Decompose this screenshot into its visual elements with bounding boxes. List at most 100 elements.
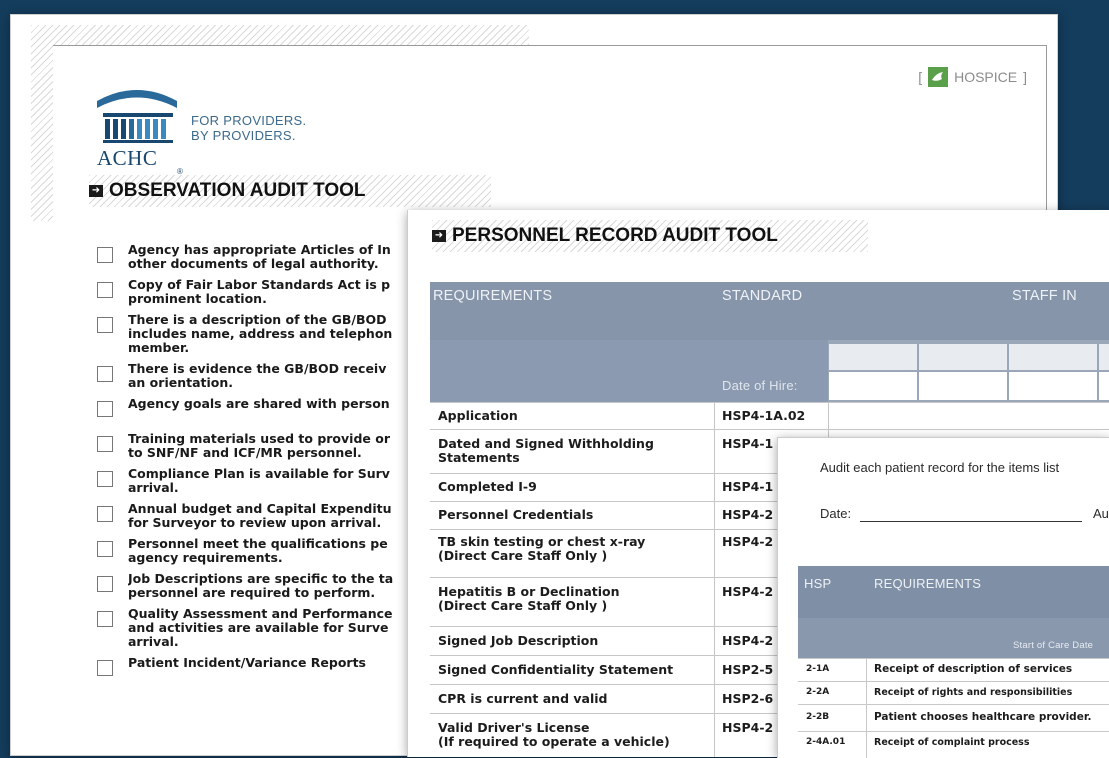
hsp-code-cell: 2-4A.01 xyxy=(806,737,846,747)
standard-cell: HSP4-2 xyxy=(722,720,774,735)
audit-instructions: Audit each patient record for the items … xyxy=(820,460,1060,475)
arrow-right-icon: ➜ xyxy=(89,185,103,197)
standard-cell: HSP4-2 xyxy=(722,584,774,599)
checklist-text: Annual budget and Capital Expenditu for … xyxy=(128,502,392,530)
standard-cell: HSP4-1 xyxy=(722,479,774,494)
checklist-text: Quality Assessment and Performance and a… xyxy=(128,607,393,649)
hsp-code-cell: 2-2B xyxy=(806,712,830,722)
standard-cell: HSP4-2 xyxy=(722,534,774,549)
checklist-item: Training materials used to provide or to… xyxy=(97,432,427,460)
page-title: PERSONNEL RECORD AUDIT TOOL xyxy=(452,225,778,246)
standard-cell: HSP4-2 xyxy=(722,507,774,522)
requirement-cell: Signed Job Description xyxy=(438,633,599,648)
hsp-code-cell: 2-1A xyxy=(806,664,830,674)
checklist-item: Compliance Plan is available for Surv ar… xyxy=(97,467,427,495)
checkbox[interactable] xyxy=(97,317,113,333)
checkbox[interactable] xyxy=(97,576,113,592)
requirement-cell: Valid Driver's License (If required to o… xyxy=(438,720,670,749)
requirement-cell: Completed I-9 xyxy=(438,479,537,494)
auditor-label: Au xyxy=(1093,506,1109,521)
checklist-item: Patient Incident/Variance Reports xyxy=(97,656,427,676)
table-row: 2-2A Receipt of rights and responsibilit… xyxy=(798,681,1109,705)
checkbox[interactable] xyxy=(97,436,113,452)
checkbox[interactable] xyxy=(97,247,113,263)
checklist-item: Quality Assessment and Performance and a… xyxy=(97,607,427,649)
checklist-text: There is evidence the GB/BOD receiv an o… xyxy=(128,362,387,390)
column-header-requirements: REQUIREMENTS xyxy=(874,576,982,591)
hatch-decoration-left xyxy=(31,25,53,221)
standard-cell: HSP2-5 xyxy=(722,662,774,677)
checklist-text: Job Descriptions are specific to the ta … xyxy=(128,572,394,600)
standard-cell: HSP4-1 xyxy=(722,436,774,451)
bracket-close: ] xyxy=(1023,69,1027,85)
checklist-item: There is evidence the GB/BOD receiv an o… xyxy=(97,362,427,390)
checklist-text: Training materials used to provide or to… xyxy=(128,432,390,460)
table-header-band xyxy=(798,618,1109,658)
checklist-text: Patient Incident/Variance Reports xyxy=(128,656,367,670)
table-row: 2-2B Patient chooses healthcare provider… xyxy=(798,704,1109,732)
checklist-text: Personnel meet the qualifications pe age… xyxy=(128,537,388,565)
hatch-decoration-top xyxy=(31,25,529,45)
staff-grid xyxy=(828,340,1109,402)
requirement-cell: Dated and Signed Withholding Statements xyxy=(438,436,654,465)
checkbox[interactable] xyxy=(97,611,113,627)
checklist-item: Annual budget and Capital Expenditu for … xyxy=(97,502,427,530)
requirement-cell: Personnel Credentials xyxy=(438,507,594,522)
requirement-cell: Hepatitis B or Declination (Direct Care … xyxy=(438,584,620,613)
tagline-line-1: FOR PROVIDERS. xyxy=(191,113,307,128)
checklist-text: Agency goals are shared with person xyxy=(128,397,390,411)
checklist-text: There is a description of the GB/BOD inc… xyxy=(128,313,393,355)
checklist-text: Copy of Fair Labor Standards Act is p pr… xyxy=(128,278,391,306)
checkbox[interactable] xyxy=(97,660,113,676)
tagline-line-2: BY PROVIDERS. xyxy=(191,128,296,143)
checklist-item: There is a description of the GB/BOD inc… xyxy=(97,313,427,355)
column-header-standard: STANDARD xyxy=(722,288,803,304)
standard-cell: HSP4-2 xyxy=(722,633,774,648)
brand-name: ACHC xyxy=(97,146,158,170)
table-row: 2-1A Receipt of description of services xyxy=(798,658,1109,682)
requirement-cell: Receipt of complaint process xyxy=(874,737,1030,748)
requirement-cell: Patient chooses healthcare provider. xyxy=(874,711,1092,723)
checkbox[interactable] xyxy=(97,506,113,522)
date-label: Date: xyxy=(820,506,852,521)
service-label: HOSPICE xyxy=(954,69,1018,85)
bracket-open: [ xyxy=(918,69,923,85)
patient-audit-sheet: Audit each patient record for the items … xyxy=(777,437,1109,758)
hsp-code-cell: 2-2A xyxy=(806,687,830,697)
column-header-staff: STAFF IN xyxy=(1012,288,1077,304)
standard-cell: HSP4-1A.02 xyxy=(722,408,806,423)
observation-checklist: Agency has appropriate Articles of In ot… xyxy=(97,243,427,683)
checklist-item: Personnel meet the qualifications pe age… xyxy=(97,537,427,565)
checklist-item: Copy of Fair Labor Standards Act is p pr… xyxy=(97,278,427,306)
checkbox[interactable] xyxy=(97,401,113,417)
section-title-bar: ➜ PERSONNEL RECORD AUDIT TOOL xyxy=(432,220,868,252)
requirement-cell: Signed Confidentiality Statement xyxy=(438,662,674,677)
requirement-cell: Application xyxy=(438,408,518,423)
checklist-text: Compliance Plan is available for Surv ar… xyxy=(128,467,390,495)
table-row: 2-4A.01 Receipt of complaint process xyxy=(798,731,1109,755)
page-frame-line xyxy=(53,45,1047,46)
service-tag: [ HOSPICE ] xyxy=(918,67,1027,87)
checkbox[interactable] xyxy=(97,541,113,557)
standard-cell: HSP2-6 xyxy=(722,691,774,706)
column-header-requirements: REQUIREMENTS xyxy=(433,288,553,304)
date-field[interactable] xyxy=(860,521,1082,522)
checklist-text: Agency has appropriate Articles of In ot… xyxy=(128,243,391,271)
logo-tagline: FOR PROVIDERS. BY PROVIDERS. xyxy=(191,113,306,143)
page-title: OBSERVATION AUDIT TOOL xyxy=(109,180,366,201)
column-header-hsp: HSP xyxy=(804,576,832,591)
checkbox[interactable] xyxy=(97,471,113,487)
date-of-hire-label: Date of Hire: xyxy=(722,378,798,393)
section-title-bar: ➜ OBSERVATION AUDIT TOOL xyxy=(89,175,491,207)
requirement-cell: CPR is current and valid xyxy=(438,691,608,706)
checklist-item: Job Descriptions are specific to the ta … xyxy=(97,572,427,600)
checkbox[interactable] xyxy=(97,366,113,382)
table-row: Application HSP4-1A.02 xyxy=(430,402,1109,430)
requirement-cell: Receipt of rights and responsibilities xyxy=(874,687,1073,698)
arrow-right-icon: ➜ xyxy=(432,230,446,242)
checkbox[interactable] xyxy=(97,282,113,298)
requirement-cell: Receipt of description of services xyxy=(874,663,1073,675)
checklist-item: Agency goals are shared with person xyxy=(97,397,427,417)
checklist-item: Agency has appropriate Articles of In ot… xyxy=(97,243,427,271)
requirement-cell: TB skin testing or chest x-ray (Direct C… xyxy=(438,534,646,563)
